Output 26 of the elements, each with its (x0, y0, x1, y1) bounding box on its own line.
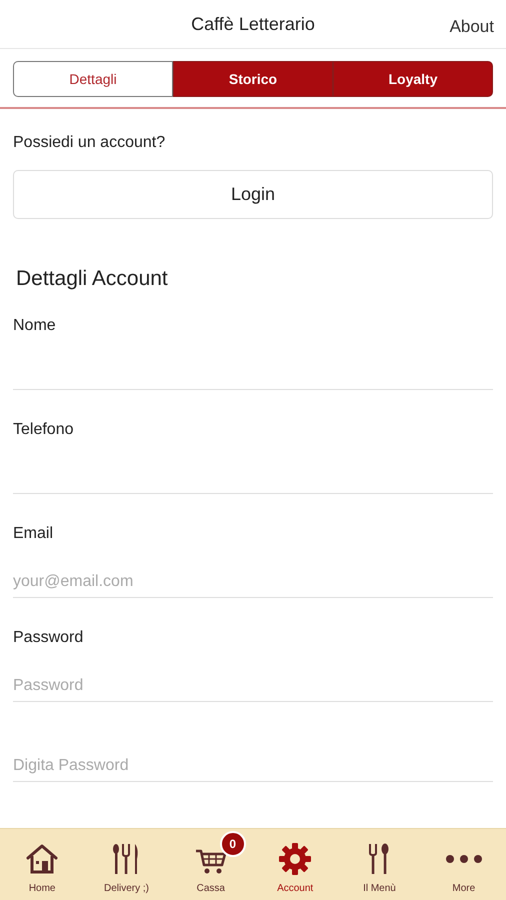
nav-tab[interactable]: Delivery ;) (84, 829, 169, 900)
tab[interactable]: Dettagli (13, 61, 173, 97)
section-title: Dettagli Account (16, 266, 169, 292)
input-field[interactable]: Password (13, 650, 493, 702)
more-icon (444, 854, 483, 864)
house-icon (25, 843, 60, 875)
tab[interactable]: Storico (173, 61, 333, 97)
count-badge: 0 (220, 831, 246, 857)
nav-tab[interactable]: More (422, 829, 506, 900)
field-label: Telefono (13, 420, 74, 440)
input-field[interactable]: your@email.com (13, 546, 493, 598)
nav-tab[interactable]: Cassa 0 (168, 829, 253, 900)
tab[interactable]: Loyalty (333, 61, 493, 97)
field-label: Password (13, 628, 84, 648)
nav-tab[interactable]: Account (252, 829, 338, 900)
gear-icon (278, 842, 312, 876)
input-field[interactable]: Digita Password (13, 730, 493, 782)
app-title: Caffè Letterario (191, 12, 315, 36)
account-prompt: Possiedi un account? (13, 133, 166, 153)
field-label: Email (13, 524, 54, 544)
about-link[interactable]: About (450, 14, 494, 40)
cutlery-icon (367, 843, 392, 875)
nav-tab[interactable]: Il Menù (337, 829, 422, 900)
nav-tab[interactable]: Home (0, 829, 84, 900)
login-button[interactable]: Login (13, 170, 493, 219)
field-label: Nome (13, 316, 57, 336)
